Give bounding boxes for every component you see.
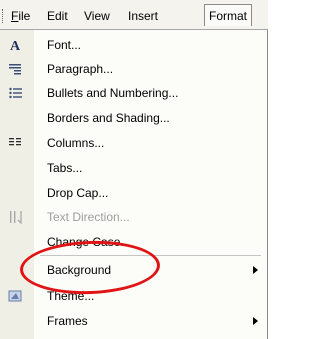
submenu-arrow-icon [253, 317, 258, 325]
menu-file[interactable]: File [11, 9, 30, 24]
toolbar-grip[interactable] [2, 9, 6, 23]
menu-item-drop-cap[interactable]: Drop Cap... [0, 181, 268, 205]
menu-item-tabs[interactable]: Tabs... [0, 156, 268, 180]
theme-icon [8, 289, 24, 303]
menu-item-label: Drop Cap... [47, 186, 109, 200]
paragraph-icon [8, 62, 24, 76]
menu-item-paragraph[interactable]: Paragraph... [0, 57, 268, 81]
columns-icon [8, 136, 24, 150]
menu-item-label: Tabs... [47, 161, 83, 175]
menu-item-frames[interactable]: Frames [0, 309, 268, 333]
menu-item-label: Font... [47, 38, 82, 52]
menu-item-label: Frames [47, 314, 88, 328]
menu-view[interactable]: View [84, 9, 110, 24]
menu-item-columns[interactable]: Columns... [0, 131, 268, 155]
menu-insert[interactable]: Insert [128, 9, 158, 24]
menu-item-label: Bullets and Numbering... [47, 86, 179, 100]
menu-item-borders-shading[interactable]: Borders and Shading... [0, 106, 268, 130]
menu-item-font[interactable]: A Font... [0, 33, 268, 57]
menu-bar: File Edit View Insert Format [0, 0, 268, 30]
text-direction-icon [8, 210, 24, 225]
menu-item-label: Text Direction... [47, 210, 130, 224]
menu-item-bullets-numbering[interactable]: Bullets and Numbering... [0, 81, 268, 105]
menu-item-label: Borders and Shading... [47, 111, 170, 125]
submenu-arrow-icon [253, 266, 258, 274]
menu-item-label: Paragraph... [47, 62, 114, 76]
menu-item-label: Columns... [47, 136, 105, 150]
menu-item-text-direction: Text Direction... [0, 205, 268, 229]
bullets-icon [8, 86, 24, 100]
menu-format[interactable]: Format [204, 4, 253, 26]
svg-text:A: A [10, 39, 21, 52]
font-a-icon: A [8, 38, 24, 54]
format-dropdown-menu: A Font... Paragraph... Bullets and Numbe… [0, 30, 268, 339]
menu-edit[interactable]: Edit [47, 9, 68, 24]
